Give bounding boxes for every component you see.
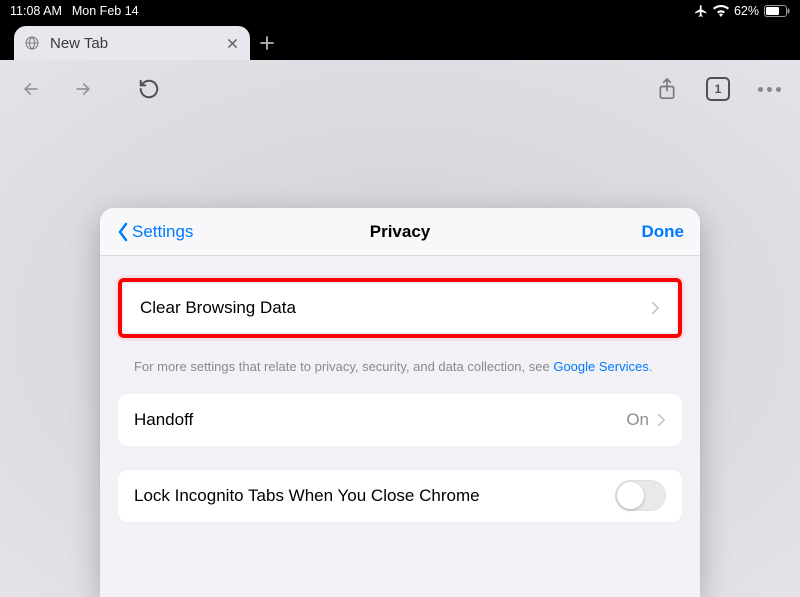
handoff-row[interactable]: Handoff On xyxy=(118,394,682,446)
tab-strip: New Tab xyxy=(0,22,800,60)
handoff-label: Handoff xyxy=(134,410,193,430)
handoff-value: On xyxy=(626,410,649,430)
browser-chrome: 1 Settings Privacy Done Clear Browsing D… xyxy=(0,60,800,597)
airplane-mode-icon xyxy=(694,4,708,18)
battery-icon xyxy=(764,5,790,17)
lock-incognito-row[interactable]: Lock Incognito Tabs When You Close Chrom… xyxy=(118,470,682,522)
sheet-header: Settings Privacy Done xyxy=(100,208,700,256)
privacy-footnote: For more settings that relate to privacy… xyxy=(118,348,682,394)
tab-count-label: 1 xyxy=(715,82,722,96)
share-button[interactable] xyxy=(654,76,680,102)
lock-incognito-label: Lock Incognito Tabs When You Close Chrom… xyxy=(134,486,480,506)
battery-percent: 62% xyxy=(734,4,759,18)
forward-button[interactable] xyxy=(70,76,96,102)
privacy-settings-sheet: Settings Privacy Done Clear Browsing Dat… xyxy=(100,208,700,597)
clear-browsing-highlight: Clear Browsing Data xyxy=(118,278,682,338)
wifi-icon xyxy=(713,5,729,17)
tab-title: New Tab xyxy=(50,35,214,52)
chevron-right-icon xyxy=(651,301,660,315)
status-date: Mon Feb 14 xyxy=(72,4,139,18)
google-services-link[interactable]: Google Services xyxy=(553,359,648,374)
overflow-menu-button[interactable] xyxy=(756,76,782,102)
back-label: Settings xyxy=(132,222,193,242)
done-button[interactable]: Done xyxy=(642,222,685,242)
tab-count-button[interactable]: 1 xyxy=(706,77,730,101)
browser-tab[interactable]: New Tab xyxy=(14,26,250,60)
status-right: 62% xyxy=(694,4,790,18)
toolbar: 1 xyxy=(0,60,800,118)
globe-icon xyxy=(24,35,40,51)
close-icon[interactable] xyxy=(224,35,240,51)
back-to-settings-button[interactable]: Settings xyxy=(116,222,193,242)
status-time: 11:08 AM xyxy=(10,4,62,18)
clear-browsing-data-row[interactable]: Clear Browsing Data xyxy=(124,284,676,332)
status-bar: 11:08 AM Mon Feb 14 62% xyxy=(0,0,800,22)
reload-button[interactable] xyxy=(136,76,162,102)
clear-browsing-label: Clear Browsing Data xyxy=(140,298,296,318)
lock-incognito-toggle[interactable] xyxy=(615,480,666,511)
new-tab-button[interactable] xyxy=(250,26,284,60)
chevron-right-icon xyxy=(657,413,666,427)
back-button[interactable] xyxy=(18,76,44,102)
